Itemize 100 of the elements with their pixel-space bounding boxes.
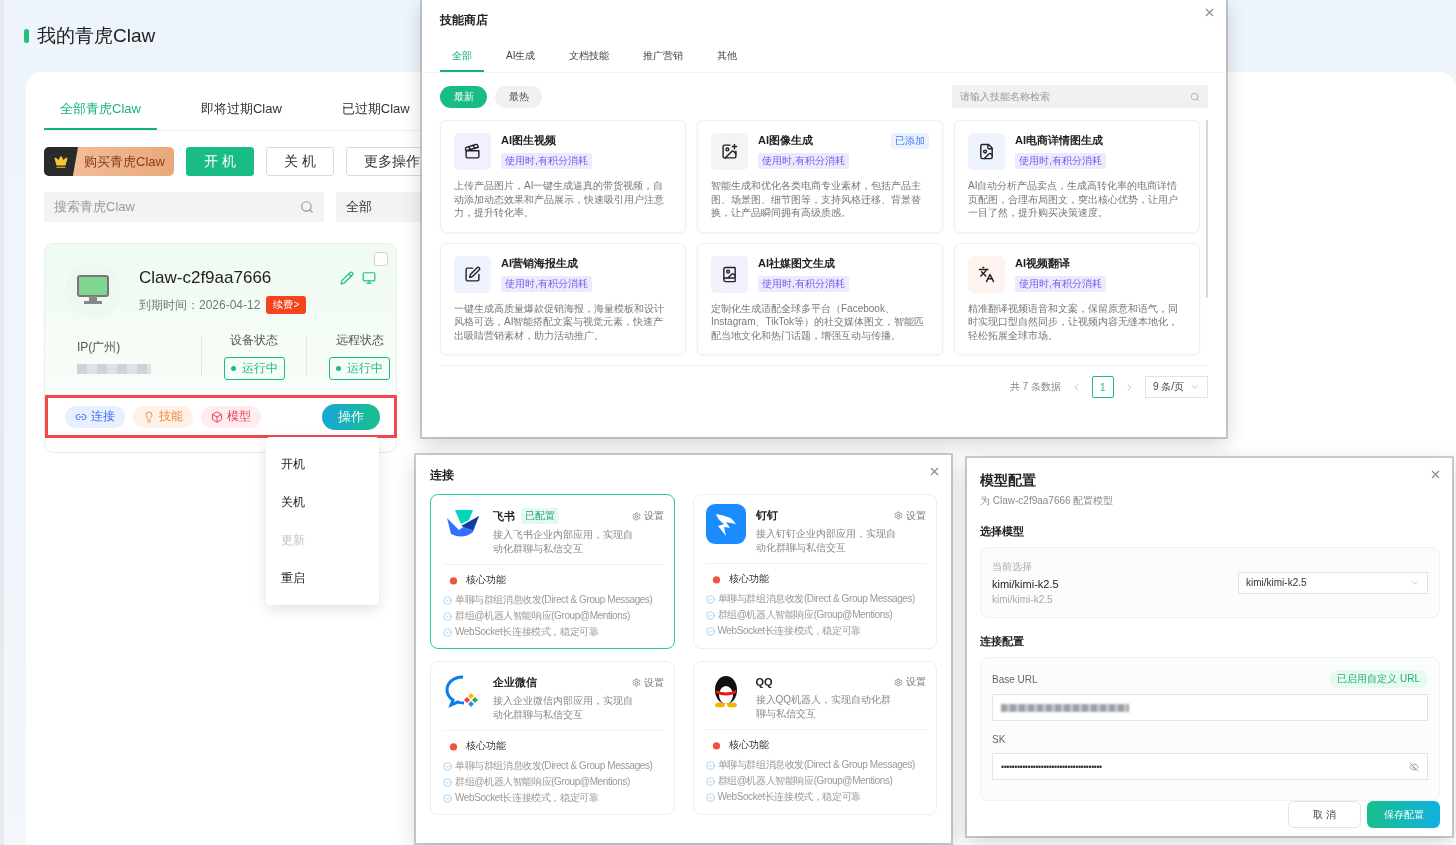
feature-chip[interactable]: 连接 xyxy=(65,405,125,428)
skill-card[interactable]: AI图像生成 使用时,有积分消耗 已添加 智能生成和优化各类电商专业素材，包括产品主图、场景图、细节图等，支持风格迁移、背景替换，让产品瞬间拥有高级质感。 xyxy=(697,120,943,233)
integration-card[interactable]: 企业微信 设置 接入企业微信内部应用，实现自动化群聊与私信交互 核心功能 单聊与群组消息收发(Direct & Group Messages) 群组@机器人智能响应(Group@Mentions) WebSocket长连接模式，稳定可靠 xyxy=(430,661,675,815)
title-accent xyxy=(24,29,29,43)
gear-icon xyxy=(631,678,641,687)
feature-chip[interactable]: 模型 xyxy=(201,405,261,428)
category-tab[interactable]: 文档技能 xyxy=(557,43,622,72)
base-url-field[interactable] xyxy=(992,694,1428,721)
feature-text: WebSocket长连接模式，稳定可靠 xyxy=(717,790,861,804)
features-title: 核心功能 xyxy=(728,738,769,752)
feature-text: WebSocket长连接模式，稳定可靠 xyxy=(455,625,599,639)
settings-link[interactable]: 设置 xyxy=(894,508,926,523)
computer-icon xyxy=(77,275,109,305)
skill-name: AI社媒图文生成 xyxy=(758,255,836,271)
category-tab[interactable]: 推广营销 xyxy=(631,43,696,72)
added-badge: 已添加 xyxy=(891,133,929,149)
instance-name: Claw-c2f9aa7666 xyxy=(139,268,272,288)
integration-card[interactable]: 飞书 已配置 设置 接入飞书企业内部应用，实现自动化群聊与私信交互 核心功能 单聊与群组消息收发(Direct & Group Messages) 群组@机器人智能响应(Group@Mentions) WebSocket长连接模式，稳定可靠 xyxy=(430,494,675,649)
category-tab[interactable]: AI生成 xyxy=(494,43,548,72)
settings-link[interactable]: 设置 xyxy=(631,509,664,523)
skill-card[interactable]: AI图生视频 使用时,有积分消耗 上传产品图片，AI一键生成逼真的带货视频，自动添加动态效果和产品展示，快速吸引用户注意力，提升转化率。 xyxy=(440,120,686,233)
chevron-down-icon xyxy=(1190,382,1200,392)
skill-card[interactable]: AI社媒图文生成 使用时,有积分消耗 定制化生成适配全球多平台（Facebook、Instagram、TikTok等）的社交媒体图文，智能匹配当地文化和热门话题，增强互动与传播。 xyxy=(697,242,943,355)
page-size-select[interactable]: 9 条/页 xyxy=(1144,376,1208,398)
check-circle-icon xyxy=(705,760,715,770)
skill-name: AI电商详情图生成 xyxy=(1015,133,1104,148)
eye-off-icon[interactable] xyxy=(1409,761,1419,772)
skill-name: AI视频翻译 xyxy=(1015,255,1071,271)
menu-item[interactable]: 关机 xyxy=(266,483,379,521)
integration-card[interactable]: QQ 设置 接入QQ机器人，实现自动化群聊与私信交互 核心功能 单聊与群组消息收发(Direct & Group Messages) 群组@机器人智能响应(Group@Mentions) WebSocket长连接模式，稳定可靠 xyxy=(692,661,937,815)
current-model-id: kimi/kimi-k2.5 xyxy=(992,594,1054,605)
check-circle-icon xyxy=(705,776,715,786)
custom-url-badge: 已启用自定义 URL xyxy=(1329,670,1428,688)
dialog-title: 技能商店 xyxy=(440,12,489,29)
check-circle-icon xyxy=(443,595,452,605)
skill-name: AI图生视频 xyxy=(501,133,557,148)
features-title: 核心功能 xyxy=(466,573,506,587)
wing-logo-icon xyxy=(705,504,746,544)
select-checkbox[interactable] xyxy=(374,252,388,266)
image-icon xyxy=(721,143,738,160)
scrollbar-thumb[interactable] xyxy=(1206,120,1208,298)
model-select[interactable]: kimi/kimi-k2.5 xyxy=(1238,571,1428,594)
feature-text: 单聊与群组消息收发(Direct & Group Messages) xyxy=(455,759,653,773)
close-icon xyxy=(928,465,941,478)
field-label: SK xyxy=(992,734,1006,745)
skill-description: 一键生成高质量爆款促销海报，海量模板和设计风格可选，AI智能搭配文案与视觉元素，快速产出吸睛营销素材，助力活动推广。 xyxy=(454,301,665,342)
skill-description: 上传产品图片，AI一键生成逼真的带货视频，自动添加动态效果和产品展示，快速吸引用户注意力，提升转化率。 xyxy=(454,179,665,220)
feature-text: 群组@机器人智能响应(Group@Mentions) xyxy=(717,774,893,788)
skill-card[interactable]: AI视频翻译 使用时,有积分消耗 精准翻译视频语音和文案，保留原意和语气，同时实现口型自然同步，让视频内容无缝本地化，轻松拓展全球市场。 xyxy=(954,242,1200,355)
dialog-title: 模型配置 xyxy=(980,472,1036,490)
integration-description: 接入企业微信内部应用，实现自动化群聊与私信交互 xyxy=(493,694,634,722)
check-circle-icon xyxy=(705,626,715,636)
image-book-icon xyxy=(721,265,738,283)
check-circle-icon xyxy=(443,777,452,787)
skill-card[interactable]: AI电商详情图生成 使用时,有积分消耗 AI自动分析产品卖点，生成高转化率的电商详情页配图，合理布局图文，突出核心优势，让用户一目了然，提升购买决策速度。 xyxy=(954,120,1200,233)
field-label: Base URL xyxy=(992,673,1038,685)
toolbar-button[interactable]: 关 机 xyxy=(265,147,334,176)
feature-text: 单聊与群组消息收发(Direct & Group Messages) xyxy=(717,758,916,772)
secret-key-field[interactable]: •••••••••••••••••••••••••••••••••••••• xyxy=(992,753,1428,780)
filter-tab[interactable]: 已过期Claw xyxy=(325,92,426,130)
integration-card[interactable]: 钉钉 设置 接入钉钉企业内部应用，实现自动化群聊与私信交互 核心功能 单聊与群组消息收发(Direct & Group Messages) 群组@机器人智能响应(Group@Mentions) WebSocket长连接模式，稳定可靠 xyxy=(692,494,937,649)
integration-name: 钉钉 xyxy=(755,508,778,523)
gear-icon xyxy=(894,511,903,520)
status-label: 设备状态 xyxy=(230,332,279,349)
skill-description: 定制化生成适配全球多平台（Facebook、Instagram、TikTok等）的社交媒体图文，智能匹配当地文化和热门话题，增强互动与传播。 xyxy=(711,301,925,342)
status-pill: 运行中 xyxy=(223,357,285,380)
close-icon xyxy=(1429,468,1442,481)
skill-card[interactable]: AI营销海报生成 使用时,有积分消耗 一键生成高质量爆款促销海报，海量模板和设计风格可选，AI智能搭配文案与视觉元素，快速产出吸睛营销素材，助力活动推广。 xyxy=(440,242,686,355)
sort-pill[interactable]: 最热 xyxy=(495,85,542,108)
monitor-icon[interactable] xyxy=(362,271,376,285)
cube-icon xyxy=(211,410,223,423)
skill-description: AI自动分析产品卖点，生成高转化率的电商详情页配图，合理布局图文，突出核心优势，让用户一目了然，提升购买决策速度。 xyxy=(968,179,1179,220)
menu-item[interactable]: 重启 xyxy=(266,559,379,597)
edit-icon[interactable] xyxy=(340,271,354,285)
feature-text: 单聊与群组消息收发(Direct & Group Messages) xyxy=(455,593,653,607)
gear-icon xyxy=(631,511,641,521)
search-icon xyxy=(1190,91,1200,102)
skill-name: AI图像生成 xyxy=(758,133,814,148)
settings-link[interactable]: 设置 xyxy=(631,675,664,690)
check-circle-icon xyxy=(705,610,715,620)
filter-tab[interactable]: 即将过期Claw xyxy=(184,92,298,130)
current-label: 当前选择 xyxy=(992,560,1033,574)
check-circle-icon xyxy=(443,611,452,621)
cancel-button[interactable]: 取 消 xyxy=(1288,801,1361,828)
renew-link[interactable]: 续费> xyxy=(266,296,307,314)
cost-tag: 使用时,有积分消耗 xyxy=(1015,153,1106,169)
status-pill: 运行中 xyxy=(329,357,391,380)
category-tab[interactable]: 其他 xyxy=(705,43,750,72)
gear-icon xyxy=(894,677,903,687)
settings-link[interactable]: 设置 xyxy=(894,675,926,689)
integration-name: 企业微信 xyxy=(493,675,537,690)
cost-tag: 使用时,有积分消耗 xyxy=(758,153,849,169)
integration-name: QQ xyxy=(755,676,773,688)
menu-item[interactable]: 开机 xyxy=(266,445,379,483)
check-circle-icon xyxy=(443,627,452,637)
check-circle-icon xyxy=(705,594,715,604)
cost-tag: 使用时,有积分消耗 xyxy=(501,153,592,169)
document-image-icon xyxy=(978,143,995,160)
buy-button[interactable]: 购买青虎Claw xyxy=(44,147,174,176)
cost-tag: 使用时,有积分消耗 xyxy=(1015,275,1106,292)
